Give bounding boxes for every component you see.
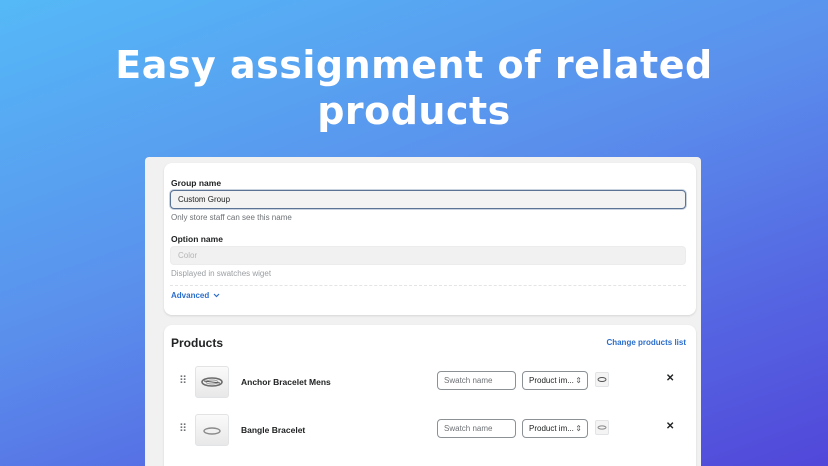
group-name-label: Group name	[171, 178, 222, 188]
hero-line-2: products	[317, 89, 511, 133]
select-value: Product im...	[529, 424, 574, 433]
swatch-name-input[interactable]: Swatch name	[437, 371, 516, 390]
product-name: Bangle Bracelet	[241, 425, 306, 435]
hero-heading: Easy assignment of related products	[0, 42, 828, 134]
group-settings-card: Group name Custom Group Only store staff…	[164, 163, 696, 315]
close-icon[interactable]: ✕	[666, 421, 674, 432]
hero-line-1: Easy assignment of related	[115, 43, 713, 87]
products-card: Products Change products list ⠿ Anchor B…	[164, 325, 696, 466]
product-row: ⠿ Bangle Bracelet Swatch name Product im…	[164, 410, 696, 450]
select-chevron-icon: ⇕	[575, 424, 582, 433]
app-panel: Group name Custom Group Only store staff…	[145, 157, 701, 466]
select-chevron-icon: ⇕	[575, 376, 582, 385]
product-name: Anchor Bracelet Mens	[241, 377, 331, 387]
group-name-hint: Only store staff can see this name	[171, 213, 292, 222]
drag-handle-icon[interactable]: ⠿	[179, 374, 187, 387]
chevron-down-icon	[211, 291, 220, 300]
option-name-input[interactable]: Color	[170, 246, 686, 265]
option-name-hint: Displayed in swatches wiget	[171, 269, 272, 278]
product-image-select[interactable]: Product im... ⇕	[522, 371, 588, 390]
product-image-select[interactable]: Product im... ⇕	[522, 419, 588, 438]
advanced-toggle[interactable]: Advanced	[171, 291, 220, 300]
swatch-name-input[interactable]: Swatch name	[437, 419, 516, 438]
close-icon[interactable]: ✕	[666, 373, 674, 384]
bracelet-image-icon	[195, 366, 229, 398]
change-products-list-link[interactable]: Change products list	[606, 338, 686, 347]
advanced-label: Advanced	[171, 291, 210, 300]
bangle-image-icon	[195, 414, 229, 446]
products-title: Products	[171, 336, 224, 350]
swatch-preview-icon[interactable]	[595, 372, 609, 387]
divider	[170, 285, 686, 286]
drag-handle-icon[interactable]: ⠿	[179, 422, 187, 435]
select-value: Product im...	[529, 376, 574, 385]
product-row: ⠿ Anchor Bracelet Mens Swatch name Produ…	[164, 362, 696, 402]
option-name-label: Option name	[171, 234, 223, 244]
swatch-preview-icon[interactable]	[595, 420, 609, 435]
group-name-input[interactable]: Custom Group	[170, 190, 686, 209]
